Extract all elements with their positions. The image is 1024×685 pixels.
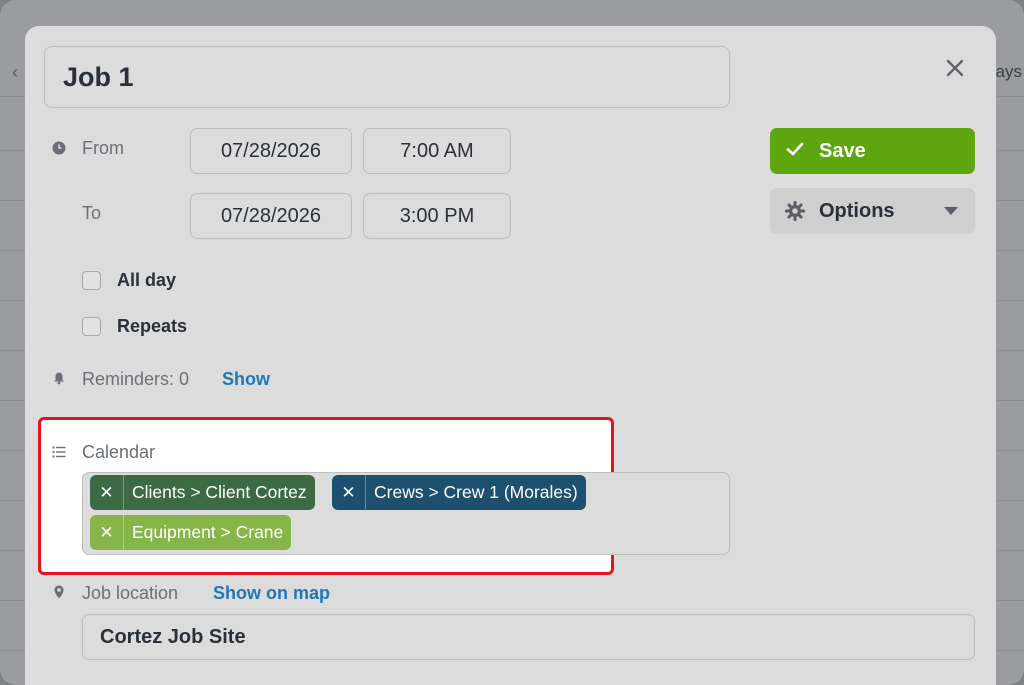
title-input[interactable]: Job 1 (44, 46, 730, 108)
chevron-left-icon: ‹ (12, 62, 18, 82)
calendar-tag-label: Clients > Client Cortez (132, 482, 307, 502)
caret-down-icon (944, 207, 958, 215)
remove-tag-icon[interactable]: ✕ (90, 515, 124, 550)
to-date-field[interactable]: 07/28/2026 (190, 193, 352, 239)
job-location-label: Job location (82, 583, 179, 603)
all-day-checkbox[interactable] (82, 271, 101, 290)
calendar-tag: ✕ Equipment > Crane (90, 515, 292, 550)
save-button[interactable]: Save (770, 128, 975, 174)
show-on-map-link[interactable]: Show on map (213, 583, 330, 604)
job-location-input[interactable]: Cortez Job Site (82, 614, 975, 660)
reminders-label: Reminders: 0 (82, 369, 190, 389)
remove-tag-icon[interactable]: ✕ (90, 475, 124, 510)
list-icon (52, 446, 66, 458)
to-label: To (82, 203, 102, 223)
calendar-tag-label: Crews > Crew 1 (Morales) (374, 482, 578, 502)
check-icon (786, 142, 804, 156)
calendar-tag: ✕ Crews > Crew 1 (Morales) (332, 475, 586, 510)
reminders-show-link[interactable]: Show (222, 369, 270, 390)
event-dialog: Job 1 From 07/28/2026 7:00 AM To 07/28/2… (25, 26, 996, 685)
calendar-selector[interactable]: ✕ Clients > Client Cortez ✕ Crews > Crew… (82, 472, 730, 555)
clock-icon (52, 141, 66, 155)
repeats-checkbox[interactable] (82, 317, 101, 336)
all-day-label: All day (117, 270, 177, 290)
close-icon (946, 59, 964, 77)
bg-days-text: ays (995, 62, 1022, 81)
close-button[interactable] (941, 54, 969, 82)
calendar-tag: ✕ Clients > Client Cortez (90, 475, 315, 510)
from-time-field[interactable]: 7:00 AM (363, 128, 511, 174)
calendar-tag-label: Equipment > Crane (132, 522, 284, 542)
to-time-field[interactable]: 3:00 PM (363, 193, 511, 239)
from-label: From (82, 138, 124, 158)
remove-tag-icon[interactable]: ✕ (332, 475, 366, 510)
save-label: Save (819, 140, 866, 162)
options-label: Options (819, 200, 895, 222)
gear-icon (785, 201, 805, 221)
options-button[interactable]: Options (770, 188, 975, 234)
calendar-label: Calendar (82, 442, 156, 462)
from-date-field[interactable]: 07/28/2026 (190, 128, 352, 174)
repeats-label: Repeats (117, 316, 188, 336)
location-pin-icon (54, 585, 64, 599)
bell-icon (54, 372, 64, 385)
